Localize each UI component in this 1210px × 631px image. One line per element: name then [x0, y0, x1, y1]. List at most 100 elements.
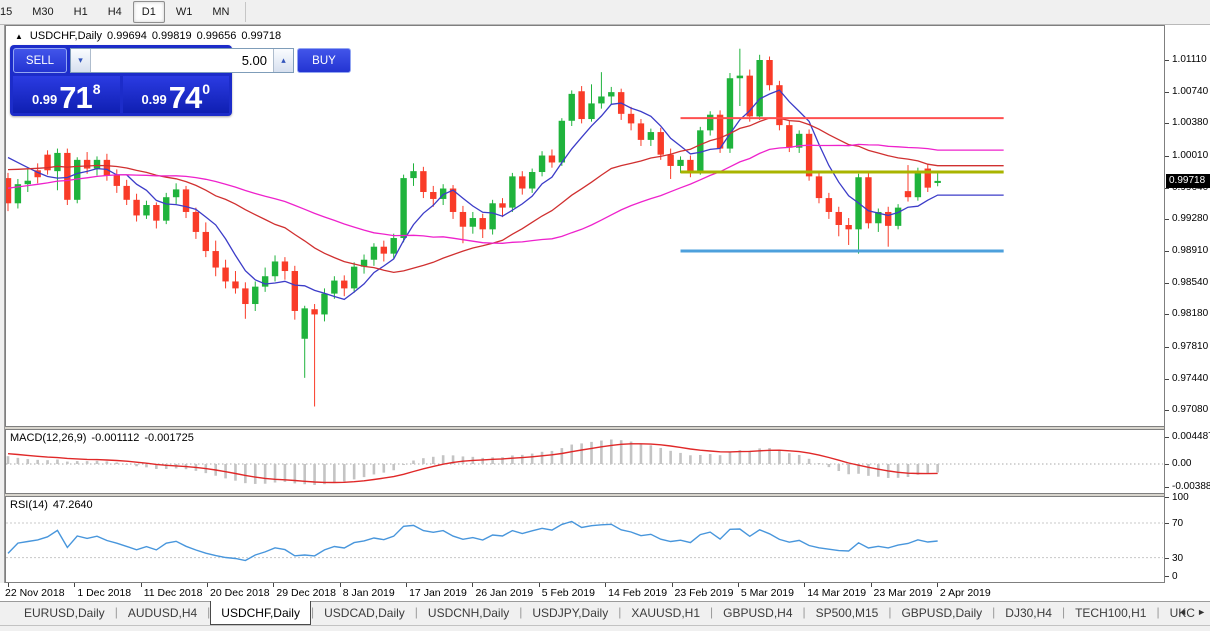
date-tick — [804, 583, 806, 587]
date-tick — [140, 583, 142, 587]
date-tick — [870, 583, 872, 587]
date-tick — [936, 583, 938, 587]
macd-indicator-pane[interactable]: MACD(12,26,9) -0.001112 -0.001725 — [5, 429, 1165, 494]
macd-label: MACD(12,26,9) -0.001112 -0.001725 — [10, 432, 194, 444]
tab-usdjpy-daily[interactable]: USDJPY,Daily — [522, 602, 618, 625]
date-axis[interactable]: 22 Nov 2018 1 Dec 2018 11 Dec 2018 20 Dec 2… — [5, 583, 1165, 601]
date-label: 2 Apr 2019 — [939, 587, 991, 599]
timeframe-button-h1[interactable]: H1 — [65, 1, 97, 23]
price-axis-label: 0.98540 — [1172, 277, 1209, 289]
volume-spinner: ▾ ▴ — [70, 48, 294, 73]
scroll-left-icon[interactable]: ◄ — [1178, 607, 1187, 617]
rsi-axis-label: 30 — [1172, 552, 1184, 564]
tab-usdchf-daily[interactable]: USDCHF,Daily — [210, 601, 311, 625]
collapse-triangle-icon[interactable]: ▲ — [15, 32, 23, 41]
rsi-indicator-pane[interactable]: RSI(14) 47.2640 — [5, 496, 1165, 583]
date-label: 5 Feb 2019 — [541, 587, 595, 599]
ohlc-open: 0.99694 — [107, 30, 147, 42]
macd-axis-label: 0.004487 — [1172, 431, 1210, 443]
tab-sp500-m15[interactable]: SP500,M15 — [806, 602, 889, 625]
date-label: 8 Jan 2019 — [342, 587, 395, 599]
trading-terminal: { "toolbar": { "timeframes": ["15", "M30… — [0, 0, 1210, 631]
date-label: 5 Mar 2019 — [740, 587, 794, 599]
rsi-plot — [6, 520, 1163, 562]
tab-tech100-h1[interactable]: TECH100,H1 — [1065, 602, 1156, 625]
chevron-up-icon: ▴ — [281, 55, 286, 65]
date-label: 11 Dec 2018 — [143, 587, 203, 599]
timeframe-button-h4[interactable]: H4 — [99, 1, 131, 23]
price-axis-tick — [1165, 218, 1169, 220]
symbol-name: USDCHF,Daily — [29, 30, 103, 42]
sell-price-pips: 71 — [59, 79, 92, 115]
price-axis-tick — [1165, 123, 1169, 125]
tab-dj30-h4[interactable]: DJ30,H4 — [995, 602, 1062, 625]
ohlc-high: 0.99819 — [151, 30, 192, 42]
rsi-axis-tick — [1165, 557, 1169, 559]
tab-eurusd-daily[interactable]: EURUSD,Daily — [14, 602, 115, 625]
scroll-right-icon[interactable]: ► — [1197, 607, 1206, 617]
price-axis-label: 0.97810 — [1172, 340, 1209, 352]
timeframe-button-d1[interactable]: D1 — [132, 1, 165, 23]
date-label: 29 Dec 2018 — [276, 587, 336, 599]
timeframe-button-15[interactable]: 15 — [0, 1, 21, 23]
rsi-axis-label: 70 — [1172, 517, 1184, 529]
sell-button[interactable]: SELL — [13, 48, 67, 73]
main-chart-pane[interactable]: ▲ USDCHF,Daily 0.99694 0.99819 0.99656 0… — [5, 25, 1165, 427]
rsi-axis-tick — [1165, 576, 1169, 577]
price-axis-tick — [1165, 409, 1169, 411]
date-label: 17 Jan 2019 — [409, 587, 467, 599]
price-axis[interactable]: 1.011101.007401.003801.000100.996400.992… — [1164, 25, 1210, 583]
date-label: 20 Dec 2018 — [210, 587, 270, 599]
price-axis-tick — [1165, 60, 1169, 61]
timeframe-toolbar: 15 M30 H1 H4 D1 W1 MN — [0, 0, 1210, 25]
tab-usdcnh-daily[interactable]: USDCNH,Daily — [418, 602, 519, 625]
tab-gbpusd-daily[interactable]: GBPUSD,Daily — [891, 602, 992, 625]
rsi-name: RSI(14) — [10, 499, 48, 511]
macd-axis-label: -0.003883 — [1172, 481, 1210, 493]
price-axis-label: 1.01110 — [1172, 54, 1207, 65]
tab-xauusd-h1[interactable]: XAUUSD,H1 — [621, 602, 710, 625]
price-axis-label: 1.00380 — [1172, 117, 1209, 129]
date-tick — [671, 583, 673, 587]
macd-axis-tick — [1165, 464, 1169, 465]
volume-input[interactable] — [91, 49, 273, 72]
date-tick — [538, 583, 540, 587]
current-price-tag: 0.99718 — [1166, 173, 1210, 188]
sell-price-prefix: 0.99 — [31, 92, 58, 107]
rsi-axis-label: 0 — [1172, 571, 1178, 582]
sell-price-display[interactable]: 0.99 71 8 — [13, 76, 120, 113]
date-tick — [273, 583, 275, 587]
buy-price-point: 0 — [202, 81, 211, 97]
symbol-info-line: ▲ USDCHF,Daily 0.99694 0.99819 0.99656 0… — [15, 30, 281, 42]
price-axis-label: 1.00010 — [1172, 149, 1209, 161]
date-tick — [472, 583, 474, 587]
date-label: 1 Dec 2018 — [77, 587, 132, 599]
macd-axis-label: 0.00 — [1172, 458, 1192, 469]
date-label: 26 Jan 2019 — [475, 587, 534, 599]
price-axis-label: 1.00740 — [1172, 86, 1209, 98]
date-label: 14 Feb 2019 — [608, 587, 668, 599]
ohlc-close: 0.99718 — [241, 30, 282, 42]
buy-price-display[interactable]: 0.99 74 0 — [122, 76, 229, 113]
tab-usdcad-daily[interactable]: USDCAD,Daily — [314, 602, 415, 625]
rsi-axis-tick — [1165, 497, 1169, 498]
ohlc-low: 0.99656 — [196, 30, 237, 42]
macd-value-signal: -0.001725 — [144, 432, 194, 444]
price-axis-label: 0.98910 — [1172, 245, 1209, 257]
price-axis-tick — [1165, 283, 1169, 285]
volume-decrease-button[interactable]: ▾ — [71, 49, 91, 72]
toolbar-separator — [245, 2, 247, 22]
chart-tab-bar: EURUSD,Daily | AUDUSD,H4 | USDCHF,Daily | USDC… — [0, 601, 1210, 625]
tab-audusd-h4[interactable]: AUDUSD,H4 — [118, 602, 207, 625]
timeframe-button-mn[interactable]: MN — [203, 1, 238, 23]
date-tick — [605, 583, 607, 587]
buy-button[interactable]: BUY — [297, 48, 351, 73]
tab-gbpusd-h4[interactable]: GBPUSD,H4 — [713, 602, 802, 625]
date-tick — [207, 583, 209, 587]
timeframe-button-w1[interactable]: W1 — [167, 1, 202, 23]
rsi-axis-tick — [1165, 522, 1169, 524]
rsi-value: 47.2640 — [52, 499, 93, 511]
price-axis-tick — [1165, 251, 1169, 253]
volume-increase-button[interactable]: ▴ — [273, 49, 293, 72]
timeframe-button-m30[interactable]: M30 — [23, 1, 62, 23]
